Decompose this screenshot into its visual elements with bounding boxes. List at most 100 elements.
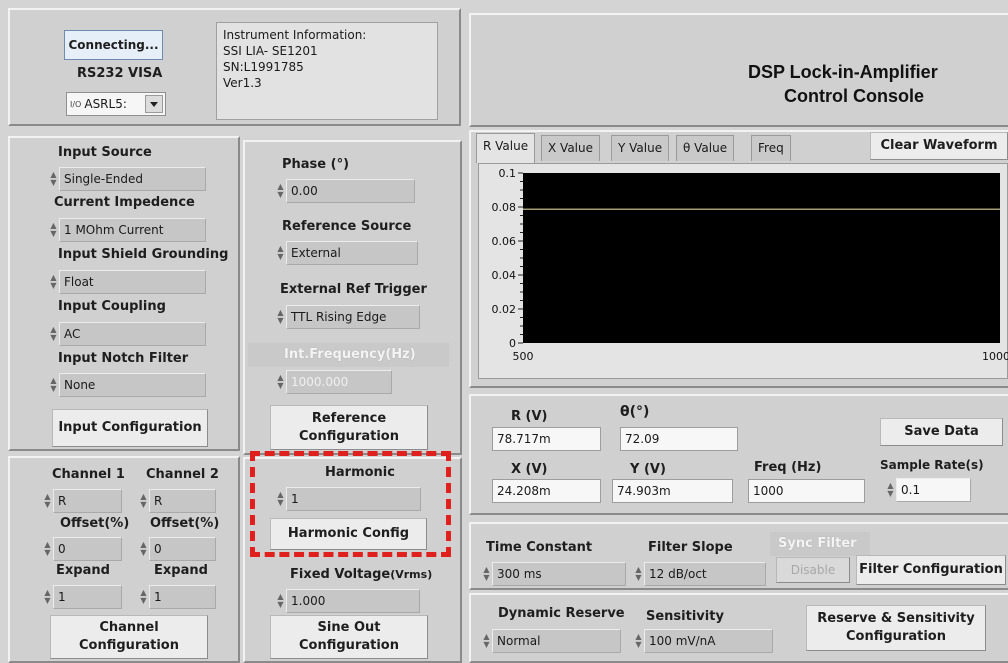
tab-4[interactable]: Freq bbox=[751, 135, 791, 161]
fixed-voltage-label: Fixed Voltage(Vrms) bbox=[290, 567, 432, 582]
spin-arrows-icon[interactable]: ▲ ▼ bbox=[275, 589, 286, 613]
ref-trigger-label: External Ref Trigger bbox=[280, 282, 427, 297]
ref-trigger-ring[interactable]: ▲ ▼ TTL Rising Edge bbox=[275, 305, 420, 329]
input-configuration-button[interactable]: Input Configuration bbox=[52, 409, 208, 447]
clear-waveform-button[interactable]: Clear Waveform bbox=[870, 132, 1008, 160]
spin-arrows-icon[interactable]: ▲ ▼ bbox=[42, 489, 53, 513]
spin-arrows-icon[interactable]: ▲ ▼ bbox=[138, 489, 149, 513]
sync-disable-button: Disable bbox=[776, 557, 850, 583]
port-value: ASRL5: bbox=[84, 97, 127, 111]
fixed-voltage-ring[interactable]: ▲ ▼ 1.000 bbox=[275, 589, 420, 613]
filter-slope-label: Filter Slope bbox=[648, 540, 733, 555]
info-line-1: Instrument Information: bbox=[223, 28, 367, 42]
spin-arrows-icon[interactable]: ▲ ▼ bbox=[481, 562, 492, 586]
port-select[interactable]: I/O ASRL5: bbox=[66, 92, 166, 116]
freq-label: Freq (Hz) bbox=[754, 460, 822, 475]
expand1-ring[interactable]: ▲ ▼ 1 bbox=[42, 585, 122, 609]
reserve-sensitivity-configuration-button[interactable]: Reserve & Sensitivity Configuration bbox=[806, 605, 986, 651]
ref-trigger-value: TTL Rising Edge bbox=[286, 305, 420, 329]
spin-arrows-icon[interactable]: ▲ ▼ bbox=[48, 167, 59, 191]
sensitivity-ring[interactable]: ▲ ▼ 100 mV/nA bbox=[633, 629, 773, 653]
channel-config-line-2: Configuration bbox=[79, 638, 179, 653]
connect-button[interactable]: Connecting... bbox=[64, 30, 163, 60]
sync-filter-label: Sync Filter bbox=[778, 536, 857, 551]
input-source-label: Input Source bbox=[58, 145, 152, 160]
spin-arrows-icon[interactable]: ▲ ▼ bbox=[48, 218, 59, 242]
freq-value: 1000 bbox=[748, 479, 865, 503]
phase-ring[interactable]: ▲ ▼ 0.00 bbox=[275, 179, 415, 203]
offset2-ring[interactable]: ▲ ▼ 0 bbox=[138, 537, 216, 561]
spin-arrows-icon[interactable]: ▲ ▼ bbox=[48, 322, 59, 346]
y-value: 74.903m bbox=[612, 479, 733, 503]
channel2-label: Channel 2 bbox=[146, 467, 219, 482]
spin-arrows-icon[interactable]: ▲ ▼ bbox=[275, 241, 286, 265]
tab-3[interactable]: θ Value bbox=[676, 135, 735, 161]
channel1-value: R bbox=[53, 489, 122, 513]
input-source-ring[interactable]: ▲ ▼ Single-Ended bbox=[48, 167, 206, 191]
notch-label: Input Notch Filter bbox=[58, 351, 189, 366]
harmonic-highlight-box bbox=[250, 451, 451, 557]
spin-arrows-icon[interactable]: ▲ ▼ bbox=[42, 585, 53, 609]
x-label: X (V) bbox=[511, 462, 548, 477]
notch-ring[interactable]: ▲ ▼ None bbox=[48, 373, 206, 397]
sample-rate-ring[interactable]: ▲ ▼ 0.1 bbox=[885, 478, 971, 502]
channel1-ring[interactable]: ▲ ▼ R bbox=[42, 489, 122, 513]
int-freq-value: 1000.000 bbox=[286, 370, 392, 394]
impedance-ring[interactable]: ▲ ▼ 1 MOhm Current bbox=[48, 218, 206, 242]
waveform-plot: 0.1 0.08 0.06 0.04 0.02 0500 1000 bbox=[492, 167, 1008, 363]
spin-arrows-icon: ▲ ▼ bbox=[277, 373, 284, 390]
dynamic-reserve-ring[interactable]: ▲ ▼ Normal bbox=[481, 629, 621, 653]
spin-arrows-icon[interactable]: ▲ ▼ bbox=[138, 537, 149, 561]
int-freq-label: Int.Frequency(Hz) bbox=[284, 347, 416, 362]
spin-arrows-icon[interactable]: ▲ ▼ bbox=[138, 585, 149, 609]
y-tick-label: 0 bbox=[509, 337, 516, 350]
offset2-value: 0 bbox=[149, 537, 216, 561]
fixed-voltage-main: Fixed Voltage bbox=[290, 567, 391, 582]
theta-value: 72.09 bbox=[620, 427, 738, 451]
spin-arrows-icon[interactable]: ▲ ▼ bbox=[481, 629, 492, 653]
time-constant-ring[interactable]: ▲ ▼ 300 ms bbox=[481, 562, 626, 586]
plot-area bbox=[523, 173, 1000, 343]
grounding-ring[interactable]: ▲ ▼ Float bbox=[48, 270, 206, 294]
spin-arrows-icon[interactable]: ▲ ▼ bbox=[275, 179, 286, 203]
title-line-2: Control Console bbox=[784, 86, 924, 106]
ref-source-ring[interactable]: ▲ ▼ External bbox=[275, 241, 418, 265]
channel2-ring[interactable]: ▲ ▼ R bbox=[138, 489, 216, 513]
channel-configuration-button[interactable]: Channel Configuration bbox=[50, 615, 208, 659]
expand2-ring[interactable]: ▲ ▼ 1 bbox=[138, 585, 216, 609]
channel-config-line-1: Channel bbox=[99, 620, 159, 636]
offset1-label: Offset(%) bbox=[60, 516, 130, 531]
coupling-value: AC bbox=[59, 322, 206, 346]
spin-arrows-icon[interactable]: ▲ ▼ bbox=[633, 562, 644, 586]
reference-configuration-button[interactable]: Reference Configuration bbox=[270, 405, 428, 450]
sine-config-line-2: Configuration bbox=[299, 638, 399, 653]
dropdown-button[interactable] bbox=[145, 95, 163, 113]
x-tick-label: 500 bbox=[513, 350, 534, 363]
spin-arrows-icon[interactable]: ▲ ▼ bbox=[48, 270, 59, 294]
input-source-value: Single-Ended bbox=[59, 167, 206, 191]
filter-slope-ring[interactable]: ▲ ▼ 12 dB/oct bbox=[633, 562, 766, 586]
tab-0[interactable]: R Value bbox=[476, 133, 536, 163]
save-data-button[interactable]: Save Data bbox=[880, 418, 1003, 446]
tab-2[interactable]: Y Value bbox=[611, 135, 670, 161]
y-tick-label: 0.1 bbox=[499, 167, 517, 180]
coupling-ring[interactable]: ▲ ▼ AC bbox=[48, 322, 206, 346]
expand1-value: 1 bbox=[53, 585, 122, 609]
offset1-ring[interactable]: ▲ ▼ 0 bbox=[42, 537, 122, 561]
spin-arrows-icon[interactable]: ▲ ▼ bbox=[885, 478, 896, 502]
spin-arrows-icon[interactable]: ▲ ▼ bbox=[48, 373, 59, 397]
r-value: 78.717m bbox=[492, 427, 601, 451]
grounding-value: Float bbox=[59, 270, 206, 294]
ref-config-line-1: Reference bbox=[311, 410, 387, 426]
channel1-label: Channel 1 bbox=[52, 467, 125, 482]
reserve-config-line-2: Configuration bbox=[846, 629, 946, 644]
sine-out-configuration-button[interactable]: Sine Out Configuration bbox=[270, 615, 428, 659]
tab-1[interactable]: X Value bbox=[541, 135, 600, 161]
expand2-label: Expand bbox=[154, 563, 208, 578]
spin-arrows-icon[interactable]: ▲ ▼ bbox=[275, 305, 286, 329]
spin-arrows-icon[interactable]: ▲ ▼ bbox=[42, 537, 53, 561]
spin-arrows-icon[interactable]: ▲ ▼ bbox=[633, 629, 644, 653]
filter-configuration-button[interactable]: Filter Configuration bbox=[856, 555, 1006, 585]
x-tick-label: 1000 bbox=[982, 350, 1008, 363]
reserve-config-line-1: Reserve & Sensitivity bbox=[817, 611, 975, 627]
